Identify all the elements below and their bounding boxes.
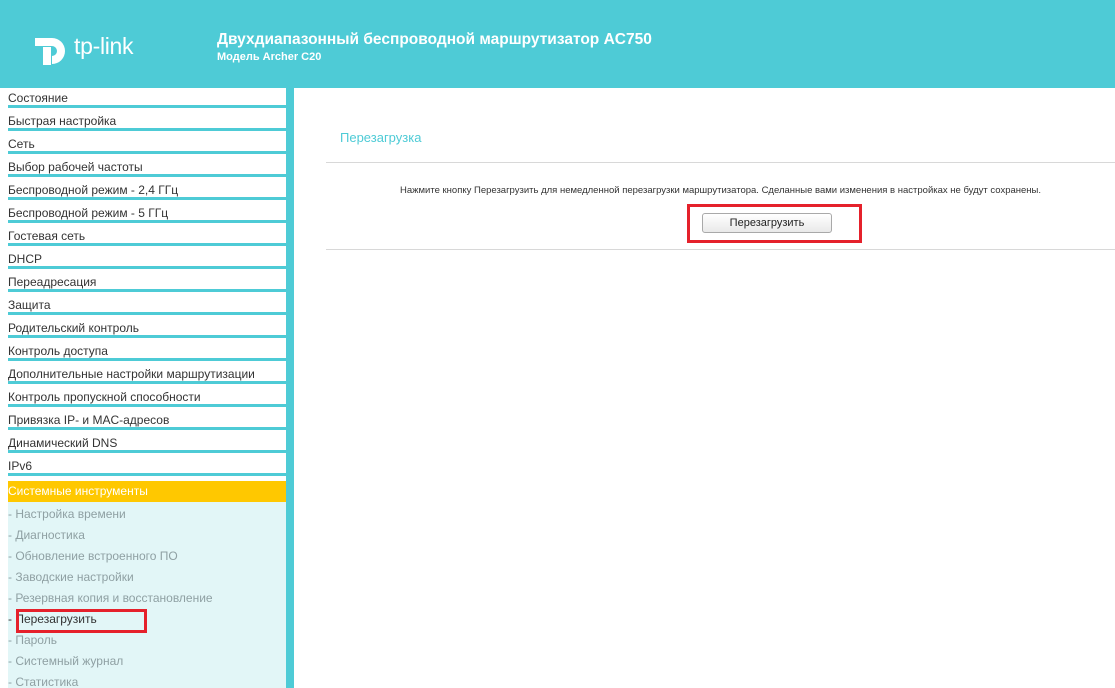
sidebar-item-parental-control[interactable]: Родительский контроль <box>8 318 286 338</box>
sidebar-item-ipv6[interactable]: IPv6 <box>8 456 286 476</box>
sidebar-item-bandwidth-control[interactable]: Контроль пропускной способности <box>8 387 286 407</box>
sidebar-item-band-selection[interactable]: Выбор рабочей частоты <box>8 157 286 177</box>
reboot-notice: Нажмите кнопку Перезагрузить для немедле… <box>400 185 1041 196</box>
submenu-item-factory-defaults[interactable]: - Заводские настройки <box>8 567 286 587</box>
sidebar-item-advanced-routing[interactable]: Дополнительные настройки маршрутизации <box>8 364 286 384</box>
submenu-item-backup-restore[interactable]: - Резервная копия и восстановление <box>8 588 286 608</box>
submenu-item-system-log[interactable]: - Системный журнал <box>8 651 286 671</box>
sidebar-item-status[interactable]: Состояние <box>8 88 286 108</box>
sidebar-item-access-control[interactable]: Контроль доступа <box>8 341 286 361</box>
sidebar-item-network[interactable]: Сеть <box>8 134 286 154</box>
divider-bottom <box>326 249 1115 250</box>
divider-top <box>326 162 1115 163</box>
sidebar-item-quick-setup[interactable]: Быстрая настройка <box>8 111 286 131</box>
submenu-item-time-settings[interactable]: - Настройка времени <box>8 504 286 524</box>
sidebar-item-dynamic-dns[interactable]: Динамический DNS <box>8 433 286 453</box>
sidebar-divider <box>286 88 294 688</box>
sidebar-item-dhcp[interactable]: DHCP <box>8 249 286 269</box>
highlight-box-reboot-button <box>687 204 862 243</box>
sidebar-item-wireless-5g[interactable]: Беспроводной режим - 5 ГГц <box>8 203 286 223</box>
submenu-item-statistics[interactable]: - Статистика <box>8 672 286 688</box>
header: tp-link Двухдиапазонный беспроводной мар… <box>0 0 1115 88</box>
submenu-item-password[interactable]: - Пароль <box>8 630 286 650</box>
page-title: Перезагрузка <box>340 130 422 145</box>
sidebar-item-wireless-2g[interactable]: Беспроводной режим - 2,4 ГГц <box>8 180 286 200</box>
router-model: Модель Archer C20 <box>217 51 322 63</box>
tp-link-logo[interactable]: tp-link <box>31 29 171 69</box>
logo-text: tp-link <box>74 33 134 59</box>
sidebar-item-guest-network[interactable]: Гостевая сеть <box>8 226 286 246</box>
sidebar: Состояние Быстрая настройка Сеть Выбор р… <box>0 88 286 688</box>
highlight-box-reboot-menu <box>16 609 147 633</box>
submenu-item-diagnostics[interactable]: - Диагностика <box>8 525 286 545</box>
sidebar-item-security[interactable]: Защита <box>8 295 286 315</box>
sidebar-item-ip-mac-binding[interactable]: Привязка IP- и MAC-адресов <box>8 410 286 430</box>
sidebar-item-system-tools[interactable]: Системные инструменты <box>8 481 286 502</box>
router-title: Двухдиапазонный беспроводной маршрутизат… <box>217 31 652 48</box>
sidebar-item-forwarding[interactable]: Переадресация <box>8 272 286 292</box>
tp-link-logo-icon <box>35 38 65 65</box>
submenu-item-firmware-upgrade[interactable]: - Обновление встроенного ПО <box>8 546 286 566</box>
